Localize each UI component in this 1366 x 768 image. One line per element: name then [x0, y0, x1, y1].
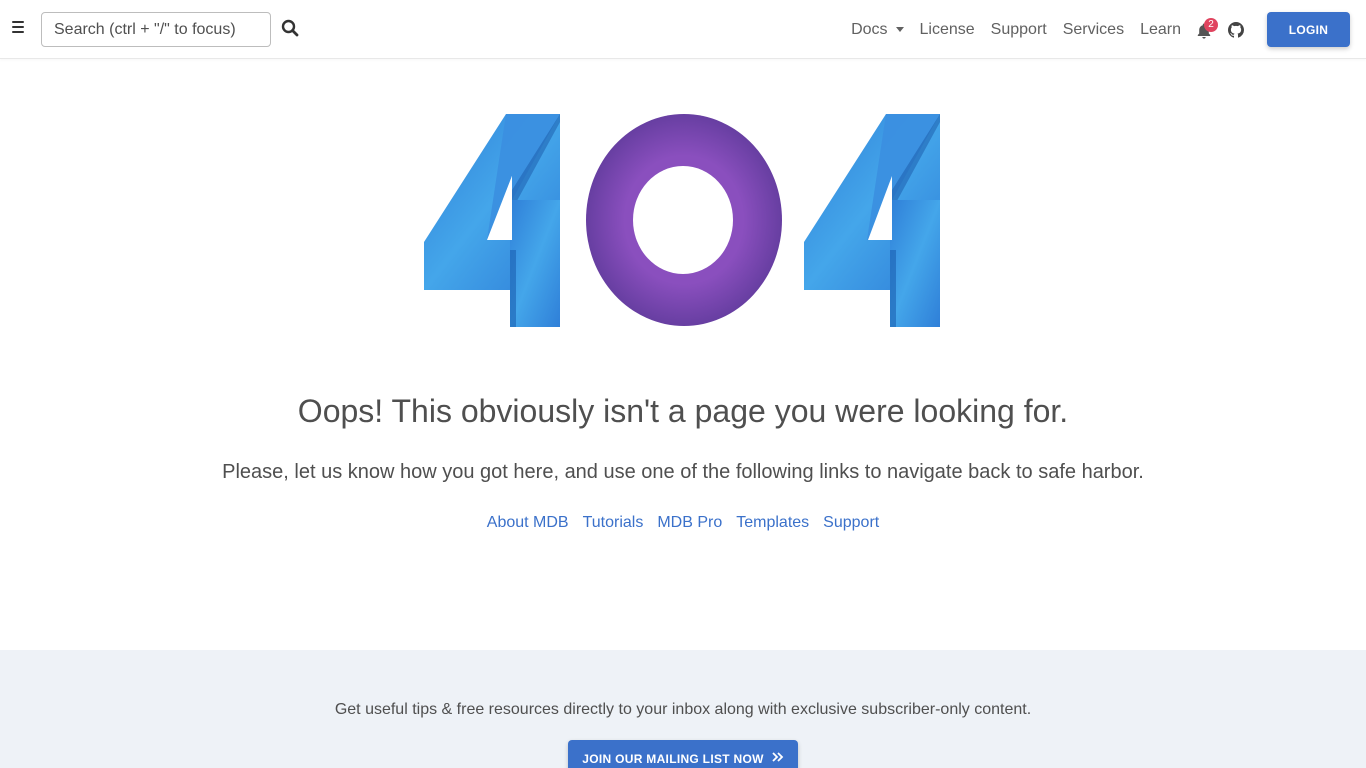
nav-links: Docs License Support Services Learn 2 LO…: [843, 0, 1366, 59]
github-icon: [1228, 21, 1244, 38]
notification-count-badge: 2: [1204, 17, 1218, 32]
nav-docs-label: Docs: [851, 20, 888, 38]
digit-four-left: [424, 114, 560, 327]
top-navbar: Docs License Support Services Learn 2 LO…: [0, 0, 1366, 59]
helpful-links: About MDB Tutorials MDB Pro Templates Su…: [0, 514, 1366, 532]
link-about-mdb[interactable]: About MDB: [487, 514, 569, 532]
link-support[interactable]: Support: [823, 514, 879, 532]
404-graphic: [424, 114, 940, 327]
digit-four-right: [804, 114, 940, 327]
search-input[interactable]: [41, 12, 271, 47]
nav-support-link[interactable]: Support: [983, 21, 1055, 39]
chevron-down-icon: [895, 27, 904, 32]
nav-services-link[interactable]: Services: [1055, 21, 1132, 39]
nav-docs-dropdown[interactable]: Docs: [843, 21, 911, 39]
notifications-button[interactable]: 2: [1191, 17, 1221, 42]
double-chevron-right-icon: [772, 752, 784, 762]
digit-zero: [586, 114, 782, 326]
join-mailing-list-button[interactable]: JOIN OUR MAILING LIST NOW: [568, 740, 798, 768]
nav-license-link[interactable]: License: [912, 21, 983, 39]
error-subline: Please, let us know how you got here, an…: [222, 461, 1144, 483]
join-mailing-list-label: JOIN OUR MAILING LIST NOW: [582, 752, 764, 766]
newsletter-text: Get useful tips & free resources directl…: [334, 701, 1032, 718]
link-mdb-pro[interactable]: MDB Pro: [657, 514, 722, 532]
link-templates[interactable]: Templates: [736, 514, 809, 532]
hamburger-icon[interactable]: [12, 21, 25, 35]
error-headline: Oops! This obviously isn't a page you we…: [297, 393, 1069, 429]
search-icon[interactable]: [281, 19, 301, 39]
github-link[interactable]: [1221, 18, 1251, 42]
login-button[interactable]: LOGIN: [1267, 12, 1350, 47]
nav-learn-link[interactable]: Learn: [1132, 21, 1189, 39]
link-tutorials[interactable]: Tutorials: [583, 514, 644, 532]
newsletter-section: Get useful tips & free resources directl…: [0, 650, 1366, 768]
